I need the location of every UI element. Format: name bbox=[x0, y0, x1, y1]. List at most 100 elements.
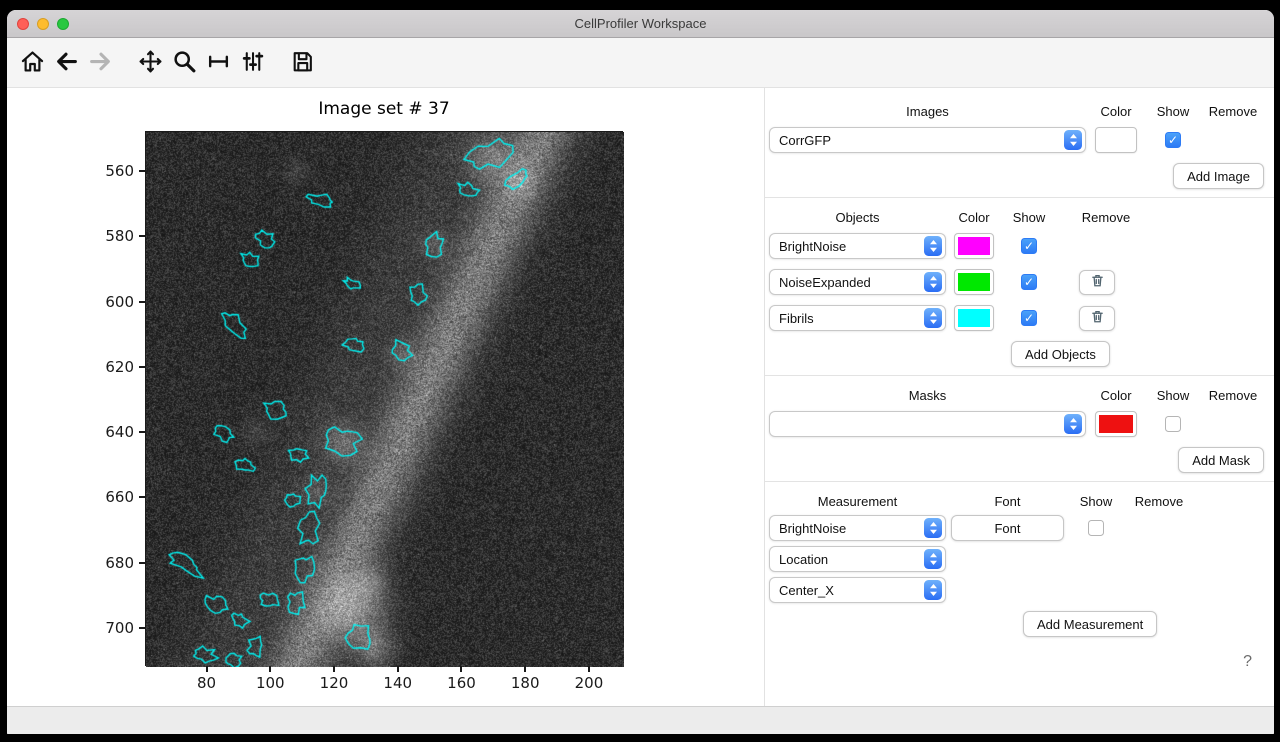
images-remove-header: Remove bbox=[1205, 104, 1261, 119]
x-tick-label: 180 bbox=[511, 674, 540, 692]
pan-button[interactable] bbox=[134, 46, 166, 80]
image-color-swatch[interactable] bbox=[1095, 127, 1137, 153]
object-select[interactable]: NoiseExpanded bbox=[769, 269, 946, 295]
y-tick-label: 620 bbox=[105, 358, 134, 376]
forward-icon bbox=[88, 49, 113, 77]
object-color-swatch[interactable] bbox=[954, 233, 994, 259]
minimize-window-button[interactable] bbox=[37, 18, 49, 30]
y-tick-label: 600 bbox=[105, 293, 134, 311]
object-show-checkbox[interactable] bbox=[1021, 238, 1037, 254]
objects-remove-header: Remove bbox=[1078, 210, 1134, 225]
objects-show-header: Show bbox=[1009, 210, 1049, 225]
images-header: Images bbox=[769, 104, 1086, 119]
object-row: Fibrils bbox=[769, 305, 1266, 331]
close-window-button[interactable] bbox=[17, 18, 29, 30]
add-mask-button[interactable]: Add Mask bbox=[1178, 447, 1264, 473]
image-show-checkbox[interactable] bbox=[1165, 132, 1181, 148]
y-tick-mark bbox=[139, 431, 145, 433]
y-tick-label: 680 bbox=[105, 554, 134, 572]
measurement-header-row: Measurement Font Show Remove bbox=[769, 494, 1266, 509]
mask-select[interactable] bbox=[769, 411, 1086, 437]
object-row: NoiseExpanded bbox=[769, 269, 1266, 295]
help-button[interactable]: ? bbox=[1243, 653, 1252, 671]
mask-color-swatch[interactable] bbox=[1095, 411, 1137, 437]
x-tick-mark bbox=[206, 666, 208, 672]
mask-show-checkbox[interactable] bbox=[1165, 416, 1181, 432]
x-tick-mark bbox=[460, 666, 462, 672]
home-button[interactable] bbox=[16, 46, 48, 80]
help-row: ? bbox=[769, 637, 1266, 671]
measurement-category-value: Location bbox=[779, 552, 828, 567]
trash-icon bbox=[1090, 273, 1105, 291]
x-tick-label: 200 bbox=[575, 674, 604, 692]
home-icon bbox=[20, 49, 45, 77]
popup-stepper-icon bbox=[1064, 130, 1082, 150]
axes-extent-button[interactable] bbox=[202, 46, 234, 80]
popup-stepper-icon bbox=[924, 518, 942, 538]
y-tick-mark bbox=[139, 496, 145, 498]
trash-icon bbox=[1090, 309, 1105, 327]
main-content: Image set # 37 5605806006206406606807008… bbox=[7, 88, 1274, 706]
object-show-checkbox[interactable] bbox=[1021, 274, 1037, 290]
x-tick-mark bbox=[397, 666, 399, 672]
save-button[interactable] bbox=[286, 46, 318, 80]
navigation-toolbar bbox=[7, 38, 1274, 88]
object-row: BrightNoise bbox=[769, 233, 1266, 259]
back-button[interactable] bbox=[50, 46, 82, 80]
add-image-button[interactable]: Add Image bbox=[1173, 163, 1264, 189]
add-objects-button[interactable]: Add Objects bbox=[1011, 341, 1110, 367]
image-row: CorrGFP bbox=[769, 127, 1266, 153]
object-select-value: BrightNoise bbox=[779, 239, 846, 254]
measurement-feature-select[interactable]: Center_X bbox=[769, 577, 946, 603]
zoom-window-button[interactable] bbox=[57, 18, 69, 30]
y-tick-mark bbox=[139, 627, 145, 629]
object-select[interactable]: Fibrils bbox=[769, 305, 946, 331]
subplots-button[interactable] bbox=[236, 46, 268, 80]
masks-section: Masks Color Show Remove Add Mask bbox=[769, 376, 1274, 481]
control-panel: Images Color Show Remove CorrGFP Add Ima… bbox=[764, 88, 1274, 706]
mask-row bbox=[769, 411, 1266, 437]
popup-stepper-icon bbox=[924, 236, 942, 256]
y-tick-mark bbox=[139, 301, 145, 303]
object-select-value: NoiseExpanded bbox=[779, 275, 871, 290]
y-tick-label: 700 bbox=[105, 619, 134, 637]
objects-header: Objects bbox=[769, 210, 946, 225]
measurement-object-select[interactable]: BrightNoise bbox=[769, 515, 946, 541]
measurement-remove-header: Remove bbox=[1131, 494, 1187, 509]
measurement-show-checkbox[interactable] bbox=[1088, 520, 1104, 536]
color-fill bbox=[958, 237, 990, 255]
object-remove-button[interactable] bbox=[1079, 270, 1115, 295]
x-tick-mark bbox=[588, 666, 590, 672]
zoom-button[interactable] bbox=[168, 46, 200, 80]
y-tick-mark bbox=[139, 562, 145, 564]
font-button[interactable]: Font bbox=[951, 515, 1064, 541]
popup-stepper-icon bbox=[924, 549, 942, 569]
object-color-swatch[interactable] bbox=[954, 269, 994, 295]
measurement-feature-row: Center_X bbox=[769, 577, 1266, 603]
objects-header-row: Objects Color Show Remove bbox=[769, 210, 1266, 225]
images-section: Images Color Show Remove CorrGFP Add Ima… bbox=[769, 88, 1274, 197]
x-tick-label: 160 bbox=[447, 674, 476, 692]
object-remove-button[interactable] bbox=[1079, 306, 1115, 331]
image-select[interactable]: CorrGFP bbox=[769, 127, 1086, 153]
measurement-category-select[interactable]: Location bbox=[769, 546, 946, 572]
color-fill bbox=[958, 273, 990, 291]
zoom-icon bbox=[172, 49, 197, 77]
popup-stepper-icon bbox=[924, 272, 942, 292]
object-show-checkbox[interactable] bbox=[1021, 310, 1037, 326]
object-select-value: Fibrils bbox=[779, 311, 814, 326]
popup-stepper-icon bbox=[924, 580, 942, 600]
microscopy-image[interactable] bbox=[146, 132, 624, 667]
y-tick-label: 580 bbox=[105, 227, 134, 245]
object-color-swatch[interactable] bbox=[954, 305, 994, 331]
object-select[interactable]: BrightNoise bbox=[769, 233, 946, 259]
measurement-header: Measurement bbox=[769, 494, 946, 509]
x-tick-label: 100 bbox=[256, 674, 285, 692]
y-tick-label: 640 bbox=[105, 423, 134, 441]
measurement-feature-value: Center_X bbox=[779, 583, 834, 598]
popup-stepper-icon bbox=[924, 308, 942, 328]
forward-button[interactable] bbox=[84, 46, 116, 80]
add-measurement-button[interactable]: Add Measurement bbox=[1023, 611, 1157, 637]
masks-show-header: Show bbox=[1153, 388, 1193, 403]
objects-color-header: Color bbox=[954, 210, 994, 225]
